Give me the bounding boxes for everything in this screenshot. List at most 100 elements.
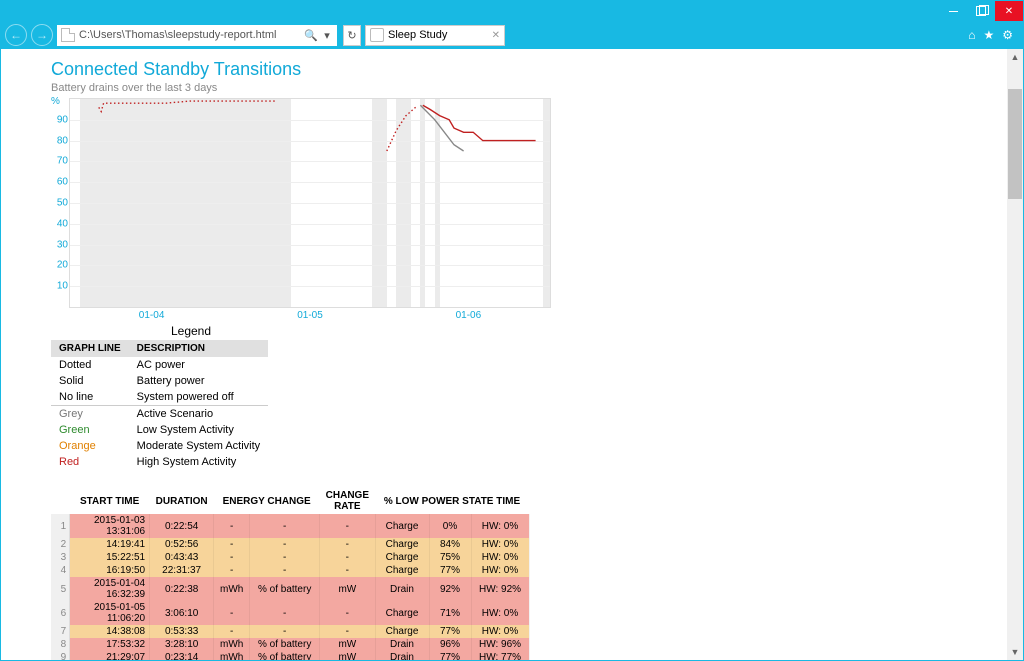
table-row[interactable]: 62015-01-05 11:06:203:06:10---Charge71%H…	[51, 601, 529, 625]
table-row[interactable]: 817:53:323:28:10mWh% of batterymWDrain96…	[51, 638, 529, 651]
browser-tab[interactable]: Sleep Study ✕	[365, 25, 505, 46]
table-header: % LOW POWER STATE TIME	[375, 488, 529, 514]
row-index: 8	[51, 638, 70, 651]
cell-energy-pct: -	[250, 564, 320, 577]
dropdown-icon[interactable]: ▾	[321, 29, 333, 41]
cell-low-pct: 96%	[429, 638, 471, 651]
scrollbar[interactable]: ▲ ▼	[1007, 49, 1023, 660]
navigation-bar: ← → C:\Users\Thomas\sleepstudy-report.ht…	[1, 21, 1023, 49]
legend-key: No line	[51, 389, 129, 406]
cell-start-time: 2015-01-03 13:31:06	[70, 514, 150, 538]
cell-state: Charge	[375, 538, 429, 551]
cell-low-pct: 77%	[429, 564, 471, 577]
cell-energy-mwh: -	[214, 625, 250, 638]
legend-header-desc: DESCRIPTION	[129, 340, 269, 357]
x-tick-label: 01-04	[139, 310, 165, 321]
cell-hw-pct: HW: 77%	[471, 651, 529, 660]
cell-state: Drain	[375, 577, 429, 601]
scrollbar-thumb[interactable]	[1008, 89, 1022, 199]
cell-duration: 3:28:10	[150, 638, 214, 651]
table-row[interactable]: 214:19:410:52:56---Charge84%HW: 0%	[51, 538, 529, 551]
cell-start-time: 21:29:07	[70, 651, 150, 660]
cell-hw-pct: HW: 0%	[471, 601, 529, 625]
cell-low-pct: 77%	[429, 625, 471, 638]
table-header	[51, 488, 70, 514]
chart-series	[420, 105, 463, 151]
back-button[interactable]: ←	[5, 24, 27, 46]
refresh-button[interactable]: ↻	[343, 25, 361, 46]
legend-key: Solid	[51, 373, 129, 389]
titlebar[interactable]	[1, 1, 1023, 21]
cell-low-pct: 0%	[429, 514, 471, 538]
cell-change-rate: -	[320, 551, 375, 564]
legend-desc: System powered off	[129, 389, 269, 406]
legend-key: Green	[51, 422, 129, 438]
cell-energy-pct: -	[250, 514, 320, 538]
restore-button[interactable]	[967, 1, 995, 21]
table-row[interactable]: 52015-01-04 16:32:390:22:38mWh% of batte…	[51, 577, 529, 601]
table-row[interactable]: 315:22:510:43:43---Charge75%HW: 0%	[51, 551, 529, 564]
cell-energy-pct: -	[250, 538, 320, 551]
cell-duration: 0:43:43	[150, 551, 214, 564]
cell-start-time: 14:38:08	[70, 625, 150, 638]
scroll-down-icon[interactable]: ▼	[1007, 644, 1023, 660]
y-tick-label: 20	[52, 260, 68, 271]
page-heading: Connected Standby Transitions	[51, 59, 1007, 80]
legend-key: Grey	[51, 406, 129, 423]
window-buttons	[939, 1, 1023, 21]
cell-energy-mwh: mWh	[214, 577, 250, 601]
table-header: DURATION	[150, 488, 214, 514]
cell-duration: 3:06:10	[150, 601, 214, 625]
y-axis-label: %	[51, 96, 60, 107]
cell-energy-mwh: -	[214, 601, 250, 625]
cell-state: Charge	[375, 551, 429, 564]
y-tick-label: 90	[52, 114, 68, 125]
minimize-button[interactable]	[939, 1, 967, 21]
x-tick-label: 01-06	[456, 310, 482, 321]
address-bar[interactable]: C:\Users\Thomas\sleepstudy-report.html 🔍…	[57, 25, 337, 46]
cell-hw-pct: HW: 0%	[471, 538, 529, 551]
y-tick-label: 80	[52, 135, 68, 146]
cell-energy-pct: % of battery	[250, 651, 320, 660]
cell-state: Charge	[375, 601, 429, 625]
close-button[interactable]	[995, 1, 1023, 21]
tools-icon[interactable]: ⚙	[1002, 28, 1013, 42]
legend-desc: Low System Activity	[129, 422, 269, 438]
tab-close-icon[interactable]: ✕	[492, 30, 500, 41]
row-index: 9	[51, 651, 70, 660]
cell-hw-pct: HW: 96%	[471, 638, 529, 651]
cell-state: Charge	[375, 514, 429, 538]
forward-button[interactable]: →	[31, 24, 53, 46]
row-index: 7	[51, 625, 70, 638]
cell-energy-mwh: -	[214, 564, 250, 577]
favorites-icon[interactable]: ★	[983, 28, 994, 42]
y-tick-label: 50	[52, 198, 68, 209]
table-row[interactable]: 416:19:5022:31:37---Charge77%HW: 0%	[51, 564, 529, 577]
search-icon[interactable]: 🔍	[305, 29, 317, 41]
page-icon	[61, 28, 75, 42]
cell-start-time: 17:53:32	[70, 638, 150, 651]
table-row[interactable]: 714:38:080:53:33---Charge77%HW: 0%	[51, 625, 529, 638]
cell-energy-pct: -	[250, 625, 320, 638]
cell-energy-mwh: -	[214, 514, 250, 538]
cell-start-time: 16:19:50	[70, 564, 150, 577]
chart-svg	[70, 99, 550, 307]
chart-series	[99, 101, 277, 111]
content-area: Connected Standby Transitions Battery dr…	[1, 49, 1023, 660]
scroll-up-icon[interactable]: ▲	[1007, 49, 1023, 65]
cell-change-rate: -	[320, 564, 375, 577]
cell-change-rate: mW	[320, 651, 375, 660]
cell-energy-pct: -	[250, 601, 320, 625]
table-row[interactable]: 12015-01-03 13:31:060:22:54---Charge0%HW…	[51, 514, 529, 538]
row-index: 3	[51, 551, 70, 564]
row-index: 1	[51, 514, 70, 538]
cell-change-rate: mW	[320, 577, 375, 601]
y-tick-label: 60	[52, 177, 68, 188]
chart-series	[387, 107, 416, 151]
browser-window: ← → C:\Users\Thomas\sleepstudy-report.ht…	[0, 0, 1024, 661]
y-tick-label: 40	[52, 218, 68, 229]
cell-hw-pct: HW: 0%	[471, 625, 529, 638]
home-icon[interactable]: ⌂	[968, 28, 975, 42]
table-row[interactable]: 921:29:070:23:14mWh% of batterymWDrain77…	[51, 651, 529, 660]
cell-hw-pct: HW: 92%	[471, 577, 529, 601]
